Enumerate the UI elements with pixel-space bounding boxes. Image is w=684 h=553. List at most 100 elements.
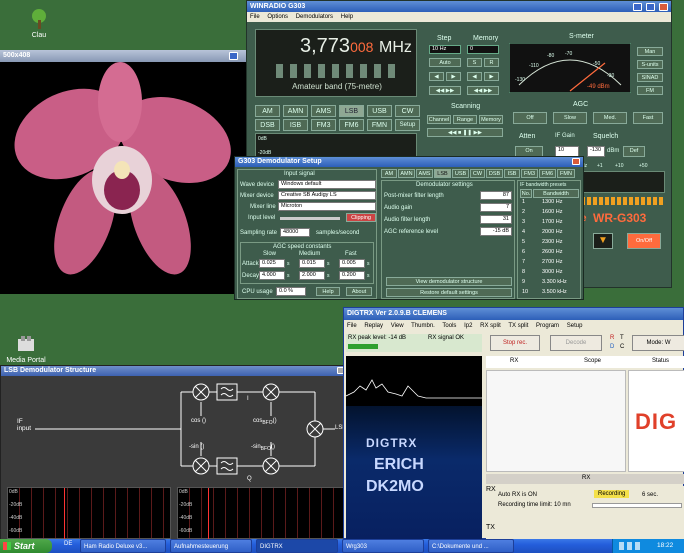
mode-cw-button[interactable]: CW [395,105,420,117]
agc-fast-button[interactable]: Fast [633,112,663,124]
toolbar-rx-split[interactable]: RX split [480,323,501,329]
desktop-icon-media-portal[interactable]: Media Portal [3,333,49,364]
task-aufnahmesteuerung[interactable]: Aufnahmesteuerung [170,539,252,553]
if-row-bandwidth[interactable]: 1700 Hz [542,219,563,225]
toolbar-program[interactable]: Program [536,323,559,329]
stop-rec-button[interactable]: Stop rec. [490,335,540,351]
tab-fmn[interactable]: FMN [557,169,575,178]
menu-file[interactable]: File [250,14,260,20]
audio-filter-value[interactable]: 31 [480,215,512,224]
tab-am[interactable]: AM [381,169,397,178]
memory-down-button[interactable]: ◀ [467,72,482,81]
smeter-man-button[interactable]: Man [637,47,663,56]
if-row-number[interactable]: 9 [522,279,525,285]
if-row-number[interactable]: 8 [522,269,525,275]
if-row-number[interactable]: 2 [522,209,525,215]
tab-amn[interactable]: AMN [398,169,415,178]
digit-tuners[interactable] [276,64,396,78]
menu-help[interactable]: Help [341,14,353,20]
fast-down-button[interactable]: ◀◀ ▶▶ [429,86,461,95]
toolbar-tx-split[interactable]: TX split [508,323,528,329]
g303-titlebar[interactable]: WINRADIO G303 [247,1,671,12]
toolbar-setup[interactable]: Setup [567,323,583,329]
tab-fm6[interactable]: FM6 [539,169,556,178]
about-button[interactable]: About [346,287,372,296]
maximize-icon[interactable] [646,3,655,11]
toolbar-replay[interactable]: Replay [364,323,383,329]
attack-slow[interactable]: 0.025 [259,259,285,268]
post-mixer-value[interactable]: 87 [480,191,512,200]
task-digtrx[interactable]: DIGTRX [256,539,338,553]
input-level-slider[interactable] [280,217,340,220]
mixer-device-select[interactable]: Creative SB Audigy LS [278,191,376,200]
mode-lsb-button[interactable]: LSB [339,105,364,117]
if-row-number[interactable]: 4 [522,229,525,235]
memory-r-button[interactable]: R [484,58,499,67]
if-row-number[interactable]: 10 [522,289,528,295]
mode-fm6-button[interactable]: FM6 [339,119,364,131]
tab-fm3[interactable]: FM3 [521,169,538,178]
mode-ams-button[interactable]: AMS [311,105,336,117]
close-icon[interactable] [572,158,580,165]
task-explorer[interactable]: C:\Dokumente und ... [428,539,514,553]
menu-options[interactable]: Options [267,14,288,20]
smeter-fm-button[interactable]: FM [637,86,663,95]
attack-medium[interactable]: 0.015 [299,259,325,268]
image-viewer-titlebar[interactable]: 500x408 [0,50,246,62]
mode-usb-button[interactable]: USB [367,105,392,117]
view-structure-button[interactable]: View demodulator structure [386,277,512,286]
restore-defaults-button[interactable]: Restore default settings [386,288,512,297]
if-row-number[interactable]: 6 [522,249,525,255]
decay-fast[interactable]: 0.200 [339,271,365,280]
mode-am-button[interactable]: AM [255,105,280,117]
scan-memory-button[interactable]: Memory [479,115,503,124]
if-row-bandwidth[interactable]: 2700 Hz [542,259,563,265]
task-wrg303[interactable]: Wrg303 [342,539,424,553]
step-down-button[interactable]: ◀ [429,72,444,81]
desktop-icon-clau[interactable]: Clau [16,8,62,39]
tab-usb[interactable]: USB [452,169,469,178]
mode-setup-button[interactable]: Setup [395,119,420,131]
step-auto-button[interactable]: Auto [429,58,461,67]
audio-gain-value[interactable]: 7 [480,203,512,212]
toolbar-file[interactable]: File [347,323,357,329]
tab-cw[interactable]: CW [470,169,485,178]
if-row-number[interactable]: 7 [522,259,525,265]
tray-icons[interactable] [619,542,643,550]
if-row-bandwidth[interactable]: 1300 Hz [542,199,563,205]
step-value[interactable]: 10 Hz [429,45,461,54]
if-row-number[interactable]: 3 [522,219,525,225]
memory-value[interactable]: 0 [467,45,499,54]
agc-slow-button[interactable]: Slow [553,112,587,124]
squelch-def-button[interactable]: Def [623,146,645,157]
tab-ams[interactable]: AMS [416,169,433,178]
smeter-sinad-button[interactable]: SINAD [637,73,663,82]
if-row-bandwidth[interactable]: 1600 Hz [542,209,563,215]
agc-ref-value[interactable]: -15 dB [480,227,512,236]
smeter-sunits-button[interactable]: S-units [637,60,663,69]
mode-button[interactable]: Mode: W [632,335,684,351]
scan-range-button[interactable]: Range [453,115,477,124]
step-up-button[interactable]: ▶ [446,72,461,81]
if-row-bandwidth[interactable]: 3.300 kHz [542,279,567,285]
lsb-structure-titlebar[interactable]: LSB Demodulator Structure [1,366,348,376]
if-row-bandwidth[interactable]: 2300 Hz [542,239,563,245]
minimize-icon[interactable] [229,52,238,60]
decay-medium[interactable]: 2.000 [299,271,325,280]
mode-fmn-button[interactable]: FMN [367,119,392,131]
memory-up-button[interactable]: ▶ [484,72,499,81]
agc-med-button[interactable]: Med. [593,112,627,124]
decode-button[interactable]: Decode [550,335,602,351]
digtrx-titlebar[interactable]: DIGTRX Ver 2.0.9.B CLEMENS [344,308,683,320]
tab-dsb[interactable]: DSB [486,169,503,178]
close-icon[interactable] [659,3,668,11]
wave-device-select[interactable]: Windows default [278,180,376,189]
decay-slow[interactable]: 4.000 [259,271,285,280]
mode-isb-button[interactable]: ISB [283,119,308,131]
arrow-down-button[interactable]: ▼ [593,233,613,249]
help-button[interactable]: Help [316,287,340,296]
scan-controls[interactable]: ◀◀ ■ ❚❚ ▶▶ [427,128,503,137]
if-row-bandwidth[interactable]: 3.500 kHz [542,289,567,295]
task-ham-radio[interactable]: Ham Radio Deluxe v3... [80,539,166,553]
fast-memory-button[interactable]: ◀◀ ▶▶ [467,86,499,95]
